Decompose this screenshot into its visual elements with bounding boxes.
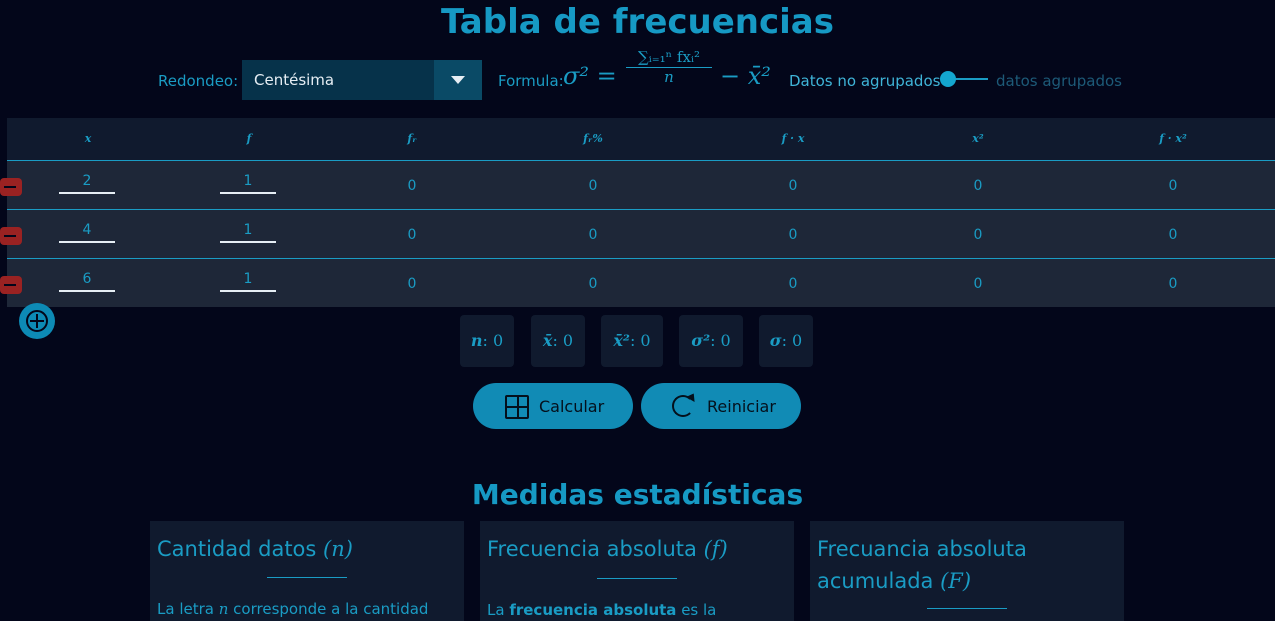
dropdown-button[interactable] [434, 60, 482, 100]
formula-lhs: σ² = [563, 62, 617, 90]
x2-cell: 0 [973, 178, 983, 194]
header-fr-percent: fᵣ% [583, 132, 603, 145]
stat-mean-squared: x̄²: 0 [601, 315, 663, 367]
page-title: Tabla de frecuencias [441, 2, 834, 42]
fx2-cell: 0 [1168, 178, 1178, 194]
chevron-down-icon [451, 76, 465, 84]
delete-row-button[interactable] [0, 276, 22, 294]
rounding-value: Centésima [254, 71, 335, 89]
add-row-button[interactable] [19, 303, 55, 339]
formula-label: Formula: [498, 72, 564, 90]
f-input[interactable]: 1 [220, 173, 276, 194]
header-x: x [84, 132, 92, 145]
section-title: Medidas estadísticas [471, 478, 804, 511]
card-title: Frecuencia absoluta (f) [487, 537, 728, 561]
formula-denominator: n [664, 68, 674, 86]
header-x2: x² [972, 132, 984, 145]
reset-label: Reiniciar [707, 397, 776, 416]
formula-fraction: ∑ᵢ₌₁ⁿ fxᵢ² n [626, 48, 712, 86]
f-input[interactable]: 1 [220, 222, 276, 243]
card-body: La frecuencia absoluta es la [487, 601, 717, 619]
rounding-select[interactable]: Centésima [242, 60, 482, 100]
card-divider [597, 578, 677, 579]
table-row: 4 1 0 0 0 0 0 [0, 210, 1275, 259]
formula-numerator: ∑ᵢ₌₁ⁿ fxᵢ² [626, 48, 712, 68]
toggle-label-ungrouped: Datos no agrupados [789, 72, 941, 90]
grouping-toggle-knob[interactable] [940, 71, 956, 87]
reset-button[interactable]: Reiniciar [641, 383, 801, 429]
header-fr: fᵣ [407, 132, 417, 145]
card-title: Frecuancia absoluta acumulada (F) [817, 537, 1027, 593]
calculator-icon [505, 395, 529, 419]
formula-tail: − x̄² [720, 62, 771, 90]
fr-percent-cell: 0 [588, 227, 598, 243]
x-input[interactable]: 6 [59, 271, 115, 292]
fx2-cell: 0 [1168, 227, 1178, 243]
table-row: 2 1 0 0 0 0 0 [0, 161, 1275, 210]
card-body: La letra n corresponde a la cantidad [157, 600, 429, 618]
stat-std-dev: σ: 0 [759, 315, 813, 367]
info-card-count: Cantidad datos (n) La letra n correspond… [150, 521, 464, 621]
fx-cell: 0 [788, 178, 798, 194]
stat-mean: x̄: 0 [531, 315, 585, 367]
fx2-cell: 0 [1168, 276, 1178, 292]
rounding-label: Redondeo: [158, 72, 239, 90]
header-fx2: f · x² [1159, 132, 1187, 145]
table-header: x f fᵣ fᵣ% f · x x² f · x² [7, 118, 1275, 161]
fx-cell: 0 [788, 276, 798, 292]
refresh-icon [672, 395, 694, 417]
fr-percent-cell: 0 [588, 178, 598, 194]
x-input[interactable]: 4 [59, 222, 115, 243]
x2-cell: 0 [973, 227, 983, 243]
card-divider [267, 577, 347, 578]
stat-variance: σ²: 0 [679, 315, 743, 367]
card-divider [927, 608, 1007, 609]
stat-n: n: 0 [460, 315, 514, 367]
controls-bar: Redondeo: Centésima Formula: σ² = ∑ᵢ₌₁ⁿ … [0, 48, 1275, 100]
delete-row-button[interactable] [0, 227, 22, 245]
calculate-button[interactable]: Calcular [473, 383, 633, 429]
delete-row-button[interactable] [0, 178, 22, 196]
fr-cell: 0 [407, 276, 417, 292]
f-input[interactable]: 1 [220, 271, 276, 292]
fr-cell: 0 [407, 227, 417, 243]
fr-cell: 0 [407, 178, 417, 194]
fx-cell: 0 [788, 227, 798, 243]
fr-percent-cell: 0 [588, 276, 598, 292]
table-row: 6 1 0 0 0 0 0 [0, 259, 1275, 307]
frequency-table: x f fᵣ fᵣ% f · x x² f · x² 2 1 0 0 0 0 0… [0, 118, 1275, 307]
info-card-cumulative-frequency: Frecuancia absoluta acumulada (F) [810, 521, 1124, 621]
toggle-label-grouped: datos agrupados [996, 72, 1122, 90]
calculate-label: Calcular [539, 397, 605, 416]
x2-cell: 0 [973, 276, 983, 292]
header-f: f [246, 132, 252, 145]
x-input[interactable]: 2 [59, 173, 115, 194]
card-title: Cantidad datos (n) [157, 537, 353, 561]
header-fx: f · x [781, 132, 805, 145]
info-card-absolute-frequency: Frecuencia absoluta (f) La frecuencia ab… [480, 521, 794, 621]
